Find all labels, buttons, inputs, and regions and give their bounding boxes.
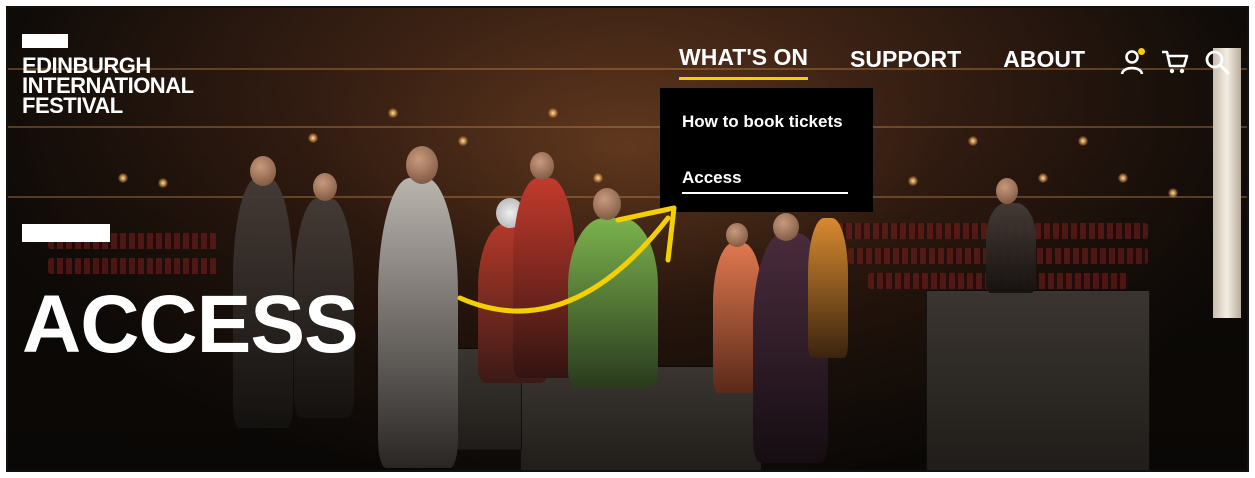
annotation-arrow-icon: [457, 205, 677, 314]
screenshot-frame: EDINBURGH INTERNATIONAL FESTIVAL WHAT'S …: [6, 6, 1249, 472]
